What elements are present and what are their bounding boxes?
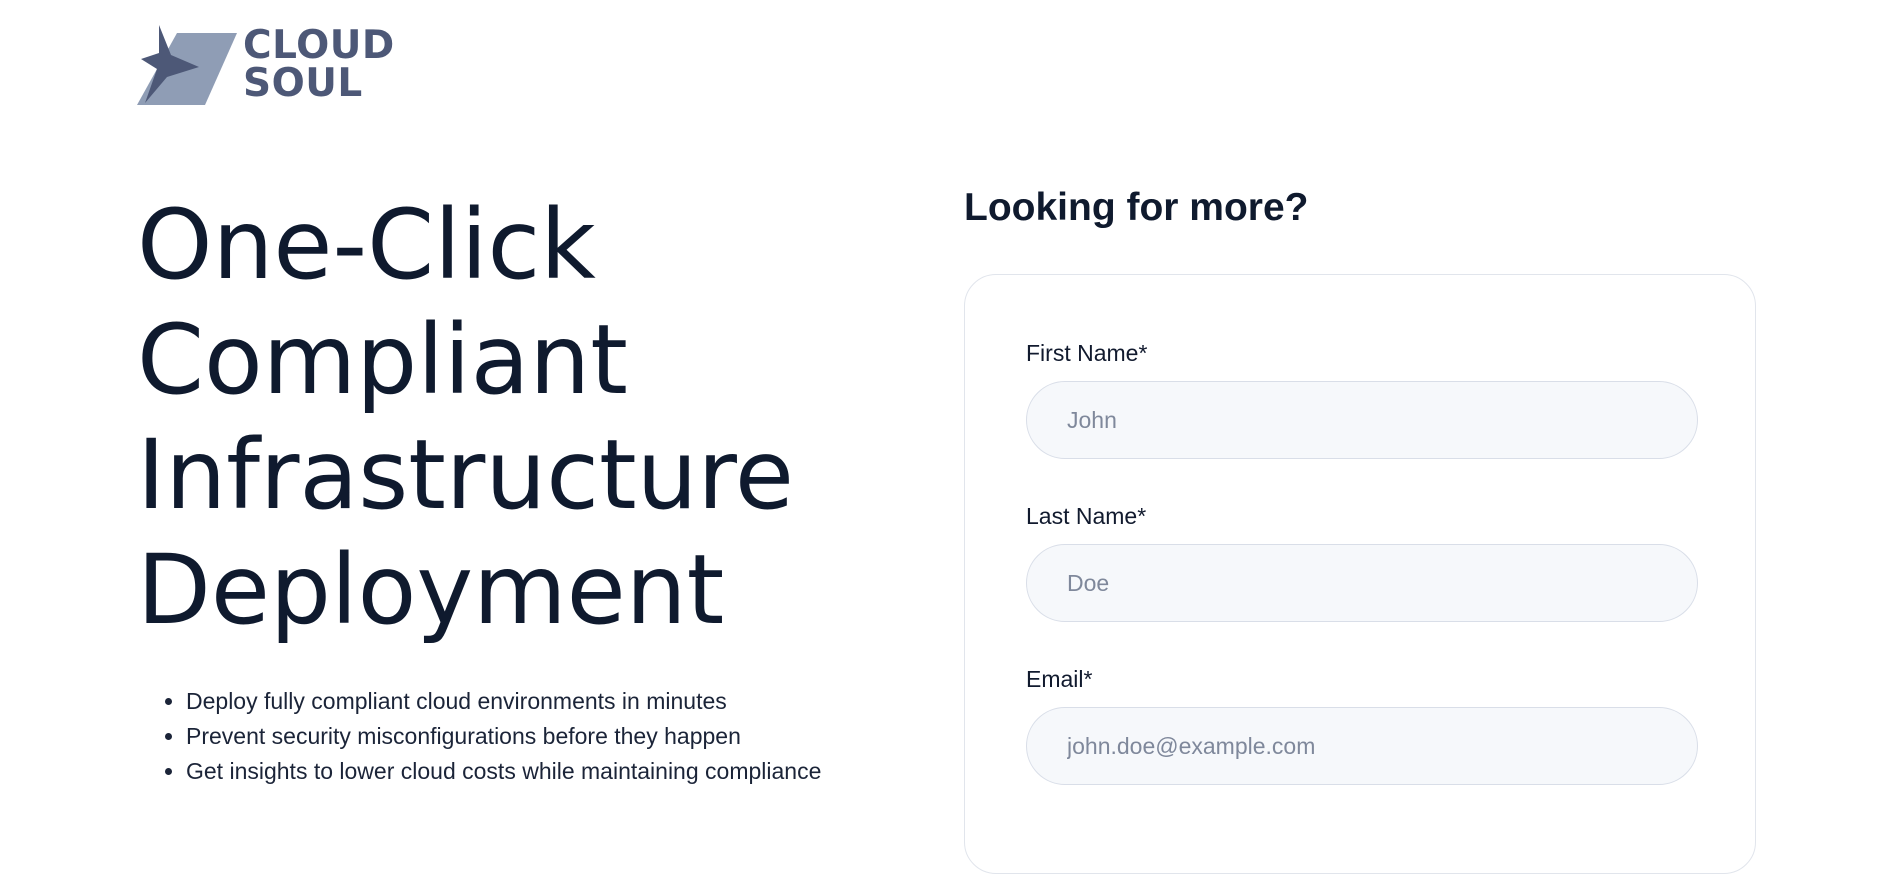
last-name-input[interactable] <box>1026 544 1698 622</box>
feature-list-item: Deploy fully compliant cloud environment… <box>186 684 821 719</box>
hero-title: One-Click Compliant Infrastructure Deplo… <box>137 188 794 648</box>
hero-title-line: Compliant <box>137 304 628 416</box>
contact-form-card: First Name* Last Name* Email* <box>964 274 1756 874</box>
logo-star-icon <box>137 25 237 105</box>
first-name-label: First Name* <box>1026 340 1148 366</box>
form-heading: Looking for more? <box>964 186 1309 229</box>
email-input[interactable] <box>1026 707 1698 785</box>
hero-title-line: Deployment <box>137 534 725 646</box>
logo-wordmark: CLOUD SOUL <box>243 23 395 106</box>
feature-list: Deploy fully compliant cloud environment… <box>162 684 821 789</box>
email-label: Email* <box>1026 666 1093 692</box>
last-name-label: Last Name* <box>1026 503 1147 529</box>
first-name-input[interactable] <box>1026 381 1698 459</box>
logo-text-line2: SOUL <box>243 61 363 106</box>
cloud-soul-logo[interactable]: CLOUD SOUL <box>137 25 395 105</box>
hero-title-line: Infrastructure <box>137 419 794 531</box>
feature-list-item: Prevent security misconfigurations befor… <box>186 719 821 754</box>
hero-title-line: One-Click <box>137 189 596 301</box>
feature-list-item: Get insights to lower cloud costs while … <box>186 754 821 789</box>
logo-text-line1: CLOUD <box>243 23 395 68</box>
